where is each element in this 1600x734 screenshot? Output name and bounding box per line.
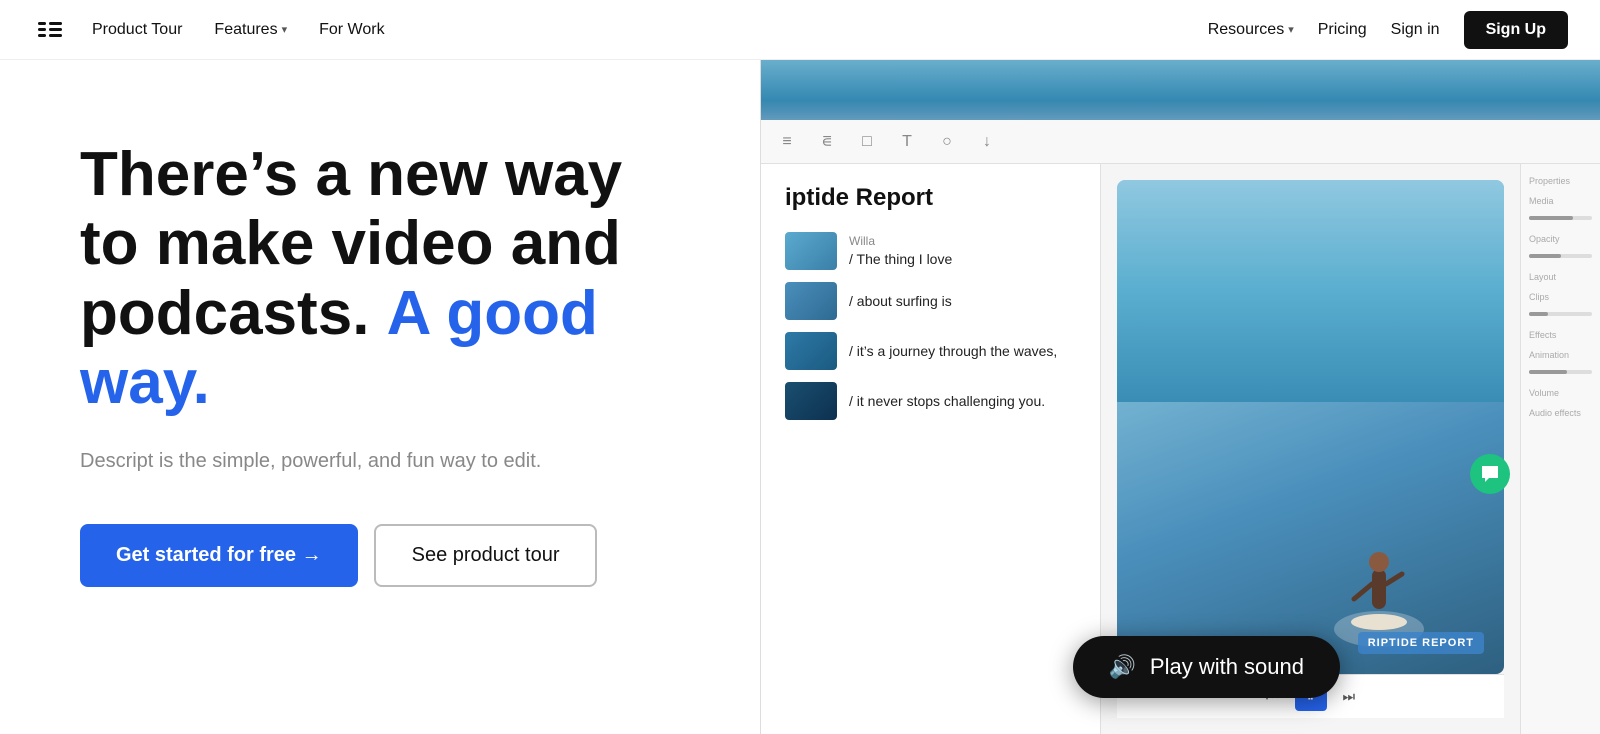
transcript-line-2: / about surfing is (849, 292, 952, 310)
shape-icon[interactable]: ○ (937, 132, 957, 152)
prop-volume: Volume (1529, 388, 1592, 398)
sound-icon: 🔊 (1109, 654, 1136, 680)
list-item: Willa / The thing I love (785, 232, 1076, 270)
mic-icon[interactable]: ↓ (977, 132, 997, 152)
video-preview: RIPTIDE REPORT (1117, 180, 1504, 674)
text-icon[interactable]: T (897, 132, 917, 152)
nav-pricing[interactable]: Pricing (1318, 21, 1367, 39)
hero-subtext: Descript is the simple, powerful, and fu… (80, 446, 660, 476)
nav-resources[interactable]: Resources ▾ (1208, 21, 1294, 39)
hero-section: There’s a new way to make video and podc… (0, 60, 760, 734)
list-item: / it never stops challenging you. (785, 382, 1076, 420)
app-preview: ≡ ⋷ □ T ○ ↓ iptide Report (760, 60, 1600, 734)
signup-button[interactable]: Sign Up (1464, 11, 1568, 49)
transcript-line-1: / The thing I love (849, 250, 952, 268)
app-window: ≡ ⋷ □ T ○ ↓ iptide Report (760, 60, 1600, 734)
wave-image-strip (761, 60, 1600, 120)
features-chevron-icon: ▾ (282, 23, 288, 36)
nav-features[interactable]: Features ▾ (214, 21, 287, 39)
hero-heading: There’s a new way to make video and podc… (80, 140, 680, 418)
riptide-badge: RIPTIDE REPORT (1358, 632, 1484, 654)
prop-opacity-bar[interactable] (1529, 216, 1592, 220)
nav-signin[interactable]: Sign in (1391, 21, 1440, 39)
navbar: Product Tour Features ▾ For Work Resourc… (0, 0, 1600, 60)
resources-chevron-icon: ▾ (1288, 23, 1294, 36)
get-started-button[interactable]: Get started for free → (80, 524, 358, 587)
prop-animation: Animation (1529, 350, 1592, 360)
prop-media: Media (1529, 196, 1592, 206)
main-content: There’s a new way to make video and podc… (0, 60, 1600, 734)
transcript-items: Willa / The thing I love / about surfing… (785, 232, 1076, 420)
app-toolbar: ≡ ⋷ □ T ○ ↓ (761, 120, 1600, 164)
prop-clips: Clips (1529, 292, 1592, 302)
grid-icon[interactable]: ⋷ (817, 132, 837, 152)
prop-audio-effects: Audio effects (1529, 408, 1592, 418)
play-sound-label: Play with sound (1150, 654, 1304, 680)
see-product-tour-button[interactable]: See product tour (374, 524, 598, 587)
transcript-thumb-4 (785, 382, 837, 420)
transcript-title: iptide Report (785, 184, 1076, 212)
play-with-sound-overlay[interactable]: 🔊 Play with sound (1073, 636, 1341, 698)
transcript-thumb-2 (785, 282, 837, 320)
list-item: / it’s a journey through the waves, (785, 332, 1076, 370)
prop-effects: Effects (1529, 330, 1592, 340)
transcript-thumb-1 (785, 232, 837, 270)
transcript-line-4: / it never stops challenging you. (849, 392, 1045, 410)
prop-properties: Properties (1529, 176, 1592, 186)
transcript-thumb-3 (785, 332, 837, 370)
transcript-line-3: / it’s a journey through the waves, (849, 342, 1057, 360)
transcript-panel: iptide Report Willa / The thing I love (761, 164, 1101, 734)
nav-right-links: Resources ▾ Pricing Sign in Sign Up (1208, 11, 1568, 49)
video-wave-bg (1117, 180, 1504, 402)
nav-left-links: Product Tour Features ▾ For Work (92, 21, 385, 39)
prop-layout-bar[interactable] (1529, 254, 1592, 258)
list-item: / about surfing is (785, 282, 1076, 320)
prop-volume-bar[interactable] (1529, 370, 1592, 374)
logo[interactable] (32, 12, 68, 48)
nav-for-work[interactable]: For Work (319, 21, 384, 39)
prop-border-bar[interactable] (1529, 312, 1592, 316)
menu-icon[interactable]: ≡ (777, 132, 797, 152)
next-icon[interactable]: ⏭ (1343, 688, 1356, 705)
nav-product-tour[interactable]: Product Tour (92, 21, 182, 39)
transcript-speaker: Willa (849, 234, 952, 248)
image-icon[interactable]: □ (857, 132, 877, 152)
prop-layout: Layout (1529, 272, 1592, 282)
properties-panel: Properties Media Opacity Layout Clips Ef… (1520, 164, 1600, 734)
prop-opacity: Opacity (1529, 234, 1592, 244)
hero-cta-group: Get started for free → See product tour (80, 524, 680, 587)
chat-bubble[interactable] (1470, 454, 1510, 494)
